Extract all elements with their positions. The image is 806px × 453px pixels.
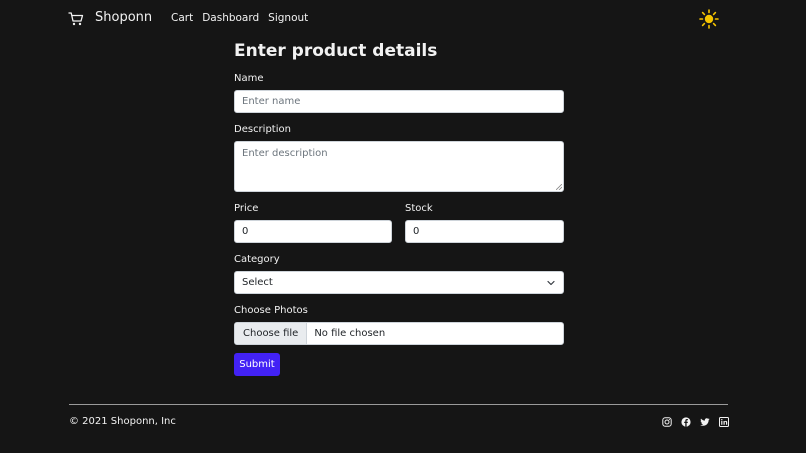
facebook-icon[interactable]: [681, 417, 691, 427]
name-label: Name: [234, 73, 264, 84]
photos-file-input[interactable]: Choose file No file chosen: [234, 322, 564, 345]
instagram-icon[interactable]: [662, 417, 672, 427]
category-select[interactable]: Select: [234, 271, 564, 294]
photos-label: Choose Photos: [234, 305, 308, 316]
submit-button[interactable]: Submit: [234, 353, 280, 376]
linkedin-icon[interactable]: [719, 417, 729, 427]
category-selected-value: Select: [242, 277, 273, 288]
name-input[interactable]: [234, 90, 564, 113]
sun-icon[interactable]: [699, 9, 719, 29]
description-label: Description: [234, 124, 291, 135]
twitter-icon[interactable]: [700, 417, 710, 427]
chevron-down-icon: [547, 280, 555, 286]
price-label: Price: [234, 203, 259, 214]
footer-divider: [69, 404, 728, 405]
description-input[interactable]: [234, 141, 564, 192]
stock-label: Stock: [405, 203, 433, 214]
copyright-text: © 2021 Shoponn, Inc: [69, 416, 176, 427]
price-input[interactable]: [234, 220, 392, 243]
choose-file-button[interactable]: Choose file: [235, 323, 308, 344]
stock-input[interactable]: [405, 220, 564, 243]
category-label: Category: [234, 254, 280, 265]
page-title: Enter product details: [234, 41, 438, 61]
nav-links: Cart Dashboard Signout: [171, 12, 308, 24]
file-status-text: No file chosen: [314, 328, 386, 339]
nav-link-cart[interactable]: Cart: [171, 12, 193, 24]
navbar: Shoponn Cart Dashboard Signout: [0, 0, 806, 38]
cart-icon[interactable]: [68, 11, 84, 27]
resize-grip-icon[interactable]: [556, 184, 562, 190]
nav-link-signout[interactable]: Signout: [268, 12, 308, 24]
nav-link-dashboard[interactable]: Dashboard: [202, 12, 259, 24]
brand-name[interactable]: Shoponn: [95, 10, 152, 25]
